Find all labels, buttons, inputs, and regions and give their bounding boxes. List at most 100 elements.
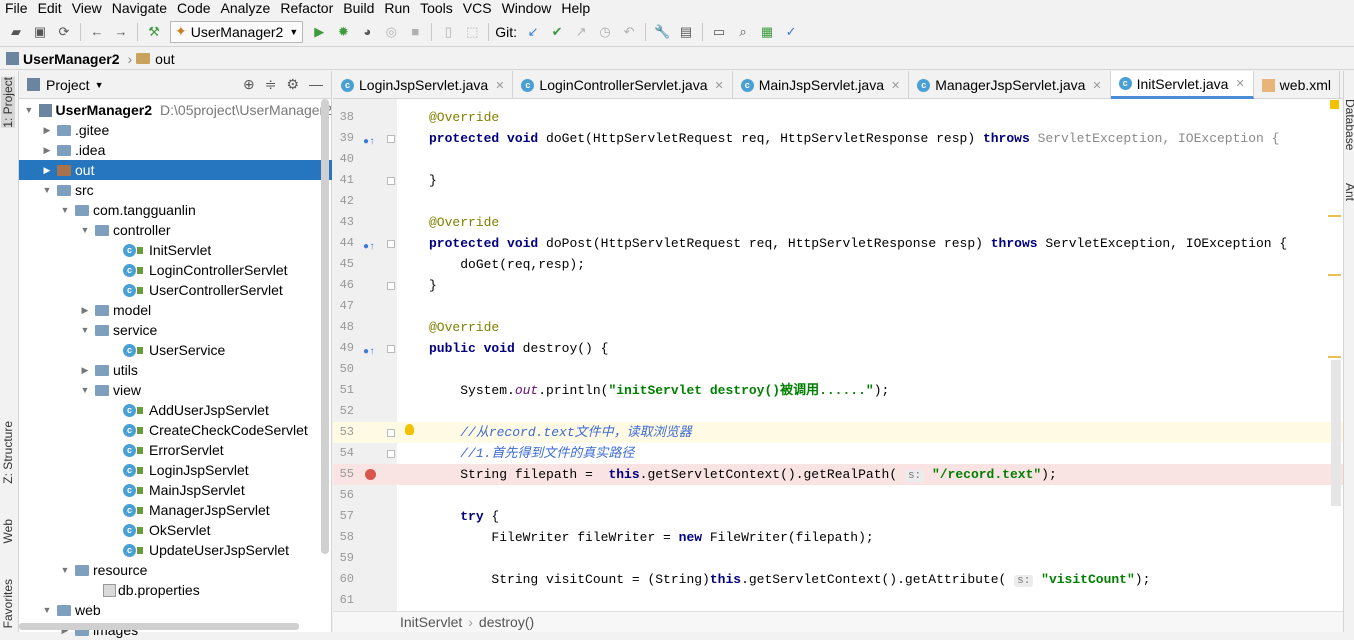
chevron-down-icon[interactable]: ▼	[41, 605, 53, 615]
chevron-down-icon[interactable]: ▼	[79, 225, 91, 235]
tree-item[interactable]: ▶ model	[19, 300, 332, 320]
tree-item[interactable]: ▶ utils	[19, 360, 332, 380]
minimize-icon[interactable]: —	[309, 76, 323, 93]
chevron-down-icon[interactable]: ▼	[59, 565, 71, 575]
search-icon[interactable]: ⌕	[733, 22, 753, 42]
tree-item[interactable]: c InitServlet	[19, 240, 332, 260]
attach-icon[interactable]: ▯	[438, 22, 458, 42]
tree-item[interactable]: ▼ UserManager2 D:\05project\UserManager2	[19, 100, 332, 120]
close-icon[interactable]: ✕	[1235, 77, 1244, 90]
tab-main-jsp-servlet[interactable]: c MainJspServlet.java ✕	[733, 71, 910, 99]
tab-login-jsp-servlet[interactable]: c LoginJspServlet.java ✕	[333, 71, 514, 99]
tree-item[interactable]: c MainJspServlet	[19, 480, 332, 500]
tool-tab-favorites[interactable]: Favorites	[1, 579, 15, 628]
code-line[interactable]: 42	[333, 191, 1343, 212]
menu-vcs[interactable]: VCS	[458, 0, 497, 16]
save-icon[interactable]: ▣	[30, 22, 50, 42]
tree-item[interactable]: c LoginJspServlet	[19, 460, 332, 480]
chevron-down-icon[interactable]: ▼	[79, 385, 91, 395]
tab-init-servlet[interactable]: c InitServlet.java ✕	[1110, 71, 1254, 99]
code-line[interactable]: 44 ●↑ protected void doPost(HttpServletReq…	[333, 233, 1343, 254]
profile-icon[interactable]: ◎	[381, 22, 401, 42]
chevron-down-icon[interactable]: ▼	[41, 185, 53, 195]
fold-icon[interactable]	[387, 345, 395, 353]
warning-indicator-icon[interactable]	[1330, 100, 1339, 109]
code-line[interactable]: 50	[333, 359, 1343, 380]
menu-help[interactable]: Help	[556, 0, 595, 16]
close-icon[interactable]: ✕	[1092, 79, 1101, 92]
code-line[interactable]: 47	[333, 296, 1343, 317]
project-structure-icon[interactable]: ▤	[676, 22, 696, 42]
code-line[interactable]: 57 try {	[333, 506, 1343, 527]
tool-tab-ant[interactable]: Ant	[1343, 183, 1354, 201]
git-update-icon[interactable]: ↙	[523, 22, 543, 42]
error-stripe-mark[interactable]	[1328, 356, 1341, 358]
menu-edit[interactable]: Edit	[33, 0, 67, 16]
tool-tab-project[interactable]: 1: Project	[1, 77, 15, 128]
tree-item[interactable]: ▶ out	[19, 160, 332, 180]
deploy-icon[interactable]: ⬚	[462, 22, 482, 42]
menu-window[interactable]: Window	[497, 0, 557, 16]
gear-icon[interactable]: ⚙	[286, 76, 299, 93]
terminal-icon[interactable]: ▭	[709, 22, 729, 42]
menu-build[interactable]: Build	[338, 0, 379, 16]
chevron-right-icon[interactable]: ▶	[79, 365, 91, 376]
tool-tab-database[interactable]: Database	[1343, 99, 1354, 150]
code-line-current[interactable]: 53 //从record.text文件中，读取浏览器	[333, 422, 1343, 443]
tab-manager-jsp-servlet[interactable]: c ManagerJspServlet.java ✕	[909, 71, 1111, 99]
menu-navigate[interactable]: Navigate	[107, 0, 172, 16]
code-line[interactable]: 56	[333, 485, 1343, 506]
fold-icon[interactable]	[387, 135, 395, 143]
tree-item[interactable]: ▼ resource	[19, 560, 332, 580]
tree-item[interactable]: c UserService	[19, 340, 332, 360]
breakpoint-icon[interactable]	[365, 469, 376, 480]
chevron-down-icon[interactable]: ▼	[59, 205, 71, 215]
tree-item[interactable]: c UpdateUserJspServlet	[19, 540, 332, 560]
code-line[interactable]: 41}	[333, 170, 1343, 191]
tree-item[interactable]: ▼ view	[19, 380, 332, 400]
tree-item[interactable]: ▼ service	[19, 320, 332, 340]
menu-run[interactable]: Run	[379, 0, 415, 16]
tree-item[interactable]: c ManagerJspServlet	[19, 500, 332, 520]
code-line[interactable]: 59	[333, 548, 1343, 569]
check-circle-icon[interactable]: ✓	[781, 22, 801, 42]
intention-bulb-icon[interactable]	[405, 424, 414, 435]
sync-icon[interactable]: ⟳	[54, 22, 74, 42]
vertical-scrollbar[interactable]	[321, 99, 329, 554]
menu-refactor[interactable]: Refactor	[275, 0, 338, 16]
settings-wrench-icon[interactable]: 🔧	[652, 22, 672, 42]
code-area[interactable]: 38 @Override 39 ●↑ protected void doGet(Htt…	[333, 99, 1343, 611]
run-icon[interactable]: ▶	[309, 22, 329, 42]
tree-item[interactable]: c ErrorServlet	[19, 440, 332, 460]
close-icon[interactable]: ✕	[891, 79, 900, 92]
code-line[interactable]: 43 @Override	[333, 212, 1343, 233]
tab-login-controller-servlet[interactable]: c LoginControllerServlet.java ✕	[513, 71, 733, 99]
tree-item[interactable]: ▼ src	[19, 180, 332, 200]
statistic-icon[interactable]: ▦	[757, 22, 777, 42]
tab-web-xml[interactable]: web.xml	[1254, 71, 1341, 99]
fold-icon[interactable]	[387, 177, 395, 185]
tree-item[interactable]: c CreateCheckCodeServlet	[19, 420, 332, 440]
tree-item[interactable]: c UserControllerServlet	[19, 280, 332, 300]
code-line[interactable]: 61	[333, 590, 1343, 611]
project-panel-title[interactable]: Project	[46, 77, 90, 93]
build-hammer-icon[interactable]: ⚒	[144, 22, 164, 42]
tree-item[interactable]: ▼ controller	[19, 220, 332, 240]
tree-item[interactable]: c LoginControllerServlet	[19, 260, 332, 280]
code-line[interactable]: 39 ●↑ protected void doGet(HttpServletRequ…	[333, 128, 1343, 149]
code-line[interactable]: 49 ●↑ public void destroy() {	[333, 338, 1343, 359]
code-line[interactable]: 60 String visitCount = (String)this.getS…	[333, 569, 1343, 590]
git-commit-icon[interactable]: ✔	[547, 22, 567, 42]
open-folder-icon[interactable]: ▰	[6, 22, 26, 42]
menu-file[interactable]: File	[0, 0, 33, 16]
tree-item[interactable]: ▼ com.tangguanlin	[19, 200, 332, 220]
fold-icon[interactable]	[387, 450, 395, 458]
git-history-icon[interactable]: ◷	[595, 22, 615, 42]
chevron-down-icon[interactable]: ▼	[79, 325, 91, 335]
locate-icon[interactable]: ⊕	[243, 76, 255, 93]
forward-arrow-icon[interactable]: →	[111, 22, 131, 42]
coverage-icon[interactable]: ◕	[357, 22, 377, 42]
collapse-all-icon[interactable]: ≑	[265, 76, 277, 93]
breadcrumb-method[interactable]: destroy()	[479, 614, 534, 630]
menu-analyze[interactable]: Analyze	[216, 0, 276, 16]
